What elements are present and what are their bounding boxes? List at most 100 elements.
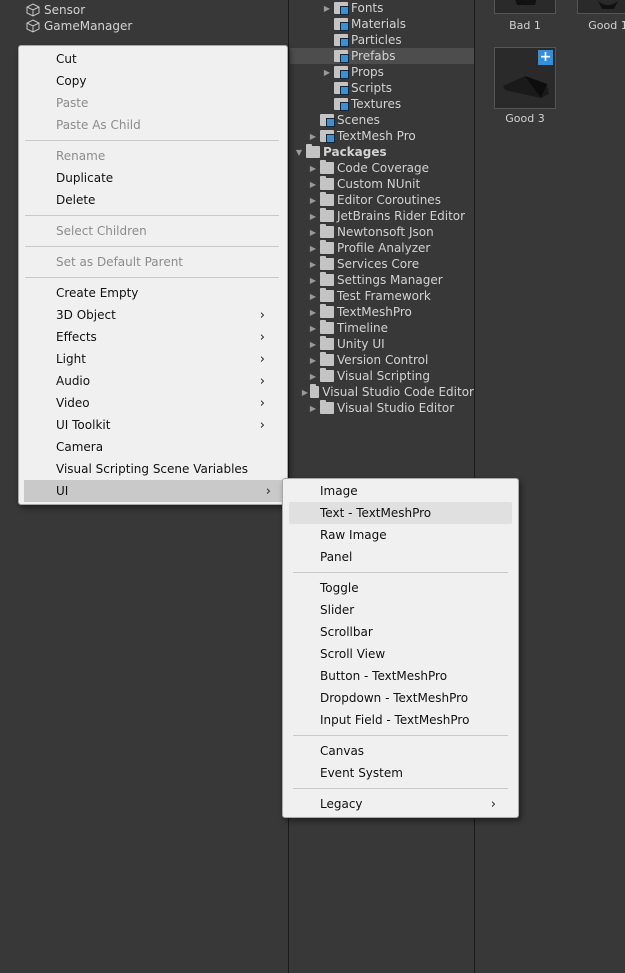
asset-thumbnail-good-1[interactable]	[577, 0, 625, 14]
folder-textmeshpro[interactable]: ▶ TextMeshPro	[290, 304, 474, 320]
menu-item-ui-toolkit[interactable]: UI Toolkit ›	[25, 414, 281, 436]
menu-item-input-field-textmeshpro[interactable]: Input Field - TextMeshPro	[289, 709, 512, 731]
menu-item-toggle[interactable]: Toggle	[289, 577, 512, 599]
folder-editor-coroutines[interactable]: ▶ Editor Coroutines	[290, 192, 474, 208]
menu-item-ui[interactable]: UI ›	[24, 480, 287, 502]
chevron-right-icon[interactable]: ▶	[308, 208, 318, 224]
folder-icon	[320, 160, 334, 174]
chevron-right-icon[interactable]: ▶	[308, 224, 318, 240]
menu-item-slider[interactable]: Slider	[289, 599, 512, 621]
chevron-right-icon[interactable]: ▶	[302, 384, 308, 400]
chevron-right-icon[interactable]: ▶	[308, 272, 318, 288]
chevron-right-icon[interactable]: ▶	[322, 0, 332, 16]
folder-version-control[interactable]: ▶ Version Control	[290, 352, 474, 368]
folder-textures[interactable]: Textures	[290, 96, 474, 112]
folder-services-core[interactable]: ▶ Services Core	[290, 256, 474, 272]
menu-item-event-system[interactable]: Event System	[289, 762, 512, 784]
asset-thumbnail-good-3[interactable]: +	[494, 47, 556, 109]
folder-custom-nunit[interactable]: ▶ Custom NUnit	[290, 176, 474, 192]
menu-item-cut[interactable]: Cut	[25, 48, 281, 70]
folder-settings-manager[interactable]: ▶ Settings Manager	[290, 272, 474, 288]
chevron-right-icon[interactable]: ▶	[322, 64, 332, 80]
folder-visual-studio-code-editor[interactable]: ▶ Visual Studio Code Editor	[290, 384, 474, 400]
menu-item-create-empty[interactable]: Create Empty	[25, 282, 281, 304]
menu-item-effects[interactable]: Effects ›	[25, 326, 281, 348]
menu-item-text-textmeshpro[interactable]: Text - TextMeshPro	[289, 502, 512, 524]
menu-item-raw-image[interactable]: Raw Image	[289, 524, 512, 546]
asset-label: Good 1	[588, 19, 625, 32]
folder-visual-scripting[interactable]: ▶ Visual Scripting	[290, 368, 474, 384]
folder-visual-studio-editor[interactable]: ▶ Visual Studio Editor	[290, 400, 474, 416]
chevron-right-icon: ›	[259, 395, 265, 411]
menu-item-label: Event System	[320, 766, 403, 780]
menu-item-panel[interactable]: Panel	[289, 546, 512, 568]
chevron-right-icon[interactable]: ▶	[308, 128, 318, 144]
folder-props[interactable]: ▶ Props	[290, 64, 474, 80]
chevron-right-icon[interactable]: ▶	[308, 176, 318, 192]
cube-icon	[26, 19, 40, 33]
folder-materials[interactable]: Materials	[290, 16, 474, 32]
menu-item-duplicate[interactable]: Duplicate	[25, 167, 281, 189]
chevron-right-icon[interactable]: ▶	[308, 304, 318, 320]
chevron-right-icon[interactable]: ▶	[308, 400, 318, 416]
hierarchy-item-sensor[interactable]: Sensor	[26, 2, 85, 18]
menu-item-label: Paste	[56, 96, 89, 110]
chevron-right-icon[interactable]: ▶	[308, 256, 318, 272]
menu-item-video[interactable]: Video ›	[25, 392, 281, 414]
arrow-spacer	[322, 32, 332, 48]
menu-item-legacy[interactable]: Legacy ›	[289, 793, 512, 815]
chevron-right-icon: ›	[259, 373, 265, 389]
asset-label: Good 3	[505, 112, 545, 125]
menu-separator	[25, 246, 279, 247]
chevron-right-icon[interactable]: ▶	[308, 192, 318, 208]
folder-packages[interactable]: ▼ Packages	[290, 144, 474, 160]
menu-item-3d-object[interactable]: 3D Object ›	[25, 304, 281, 326]
menu-item-scroll-view[interactable]: Scroll View	[289, 643, 512, 665]
menu-item-audio[interactable]: Audio ›	[25, 370, 281, 392]
folder-fonts[interactable]: ▶ Fonts	[290, 0, 474, 16]
menu-item-button-textmeshpro[interactable]: Button - TextMeshPro	[289, 665, 512, 687]
chevron-right-icon[interactable]: ▶	[308, 368, 318, 384]
folder-timeline[interactable]: ▶ Timeline	[290, 320, 474, 336]
folder-textmesh-pro[interactable]: ▶ TextMesh Pro	[290, 128, 474, 144]
menu-item-camera[interactable]: Camera	[25, 436, 281, 458]
menu-item-light[interactable]: Light ›	[25, 348, 281, 370]
folder-jetbrains-rider-editor[interactable]: ▶ JetBrains Rider Editor	[290, 208, 474, 224]
chevron-right-icon[interactable]: ▶	[308, 288, 318, 304]
chevron-right-icon[interactable]: ▶	[308, 320, 318, 336]
folder-icon	[310, 384, 320, 398]
menu-item-copy[interactable]: Copy	[25, 70, 281, 92]
folder-scripts[interactable]: Scripts	[290, 80, 474, 96]
arrow-spacer	[308, 112, 318, 128]
folder-unity-ui[interactable]: ▶ Unity UI	[290, 336, 474, 352]
folder-open-icon	[306, 144, 320, 158]
menu-item-label: Rename	[56, 149, 106, 163]
menu-item-scrollbar[interactable]: Scrollbar	[289, 621, 512, 643]
folder-prefabs[interactable]: Prefabs	[290, 48, 474, 64]
menu-item-dropdown-textmeshpro[interactable]: Dropdown - TextMeshPro	[289, 687, 512, 709]
menu-item-canvas[interactable]: Canvas	[289, 740, 512, 762]
hierarchy-item-gamemanager[interactable]: GameManager	[26, 18, 132, 34]
chevron-right-icon[interactable]: ▶	[308, 336, 318, 352]
folder-particles[interactable]: Particles	[290, 32, 474, 48]
chevron-down-icon[interactable]: ▼	[294, 144, 304, 160]
folder-icon	[320, 352, 334, 366]
chevron-right-icon[interactable]: ▶	[308, 240, 318, 256]
folder-scenes[interactable]: Scenes	[290, 112, 474, 128]
folder-profile-analyzer[interactable]: ▶ Profile Analyzer	[290, 240, 474, 256]
menu-item-label: Cut	[56, 52, 77, 66]
folder-newtonsoft-json[interactable]: ▶ Newtonsoft Json	[290, 224, 474, 240]
menu-item-delete[interactable]: Delete	[25, 189, 281, 211]
menu-item-visual-scripting-scene-variables[interactable]: Visual Scripting Scene Variables	[25, 458, 281, 480]
menu-item-paste: Paste	[25, 92, 281, 114]
folder-icon	[334, 82, 349, 95]
menu-item-image[interactable]: Image	[289, 480, 512, 502]
asset-thumbnail-bad-1[interactable]	[494, 0, 556, 14]
chevron-right-icon[interactable]: ▶	[308, 352, 318, 368]
menu-item-label: Button - TextMeshPro	[320, 669, 448, 683]
folder-code-coverage[interactable]: ▶ Code Coverage	[290, 160, 474, 176]
folder-test-framework[interactable]: ▶ Test Framework	[290, 288, 474, 304]
chevron-right-icon[interactable]: ▶	[308, 160, 318, 176]
menu-item-label: Create Empty	[56, 286, 139, 300]
folder-icon	[320, 320, 334, 334]
